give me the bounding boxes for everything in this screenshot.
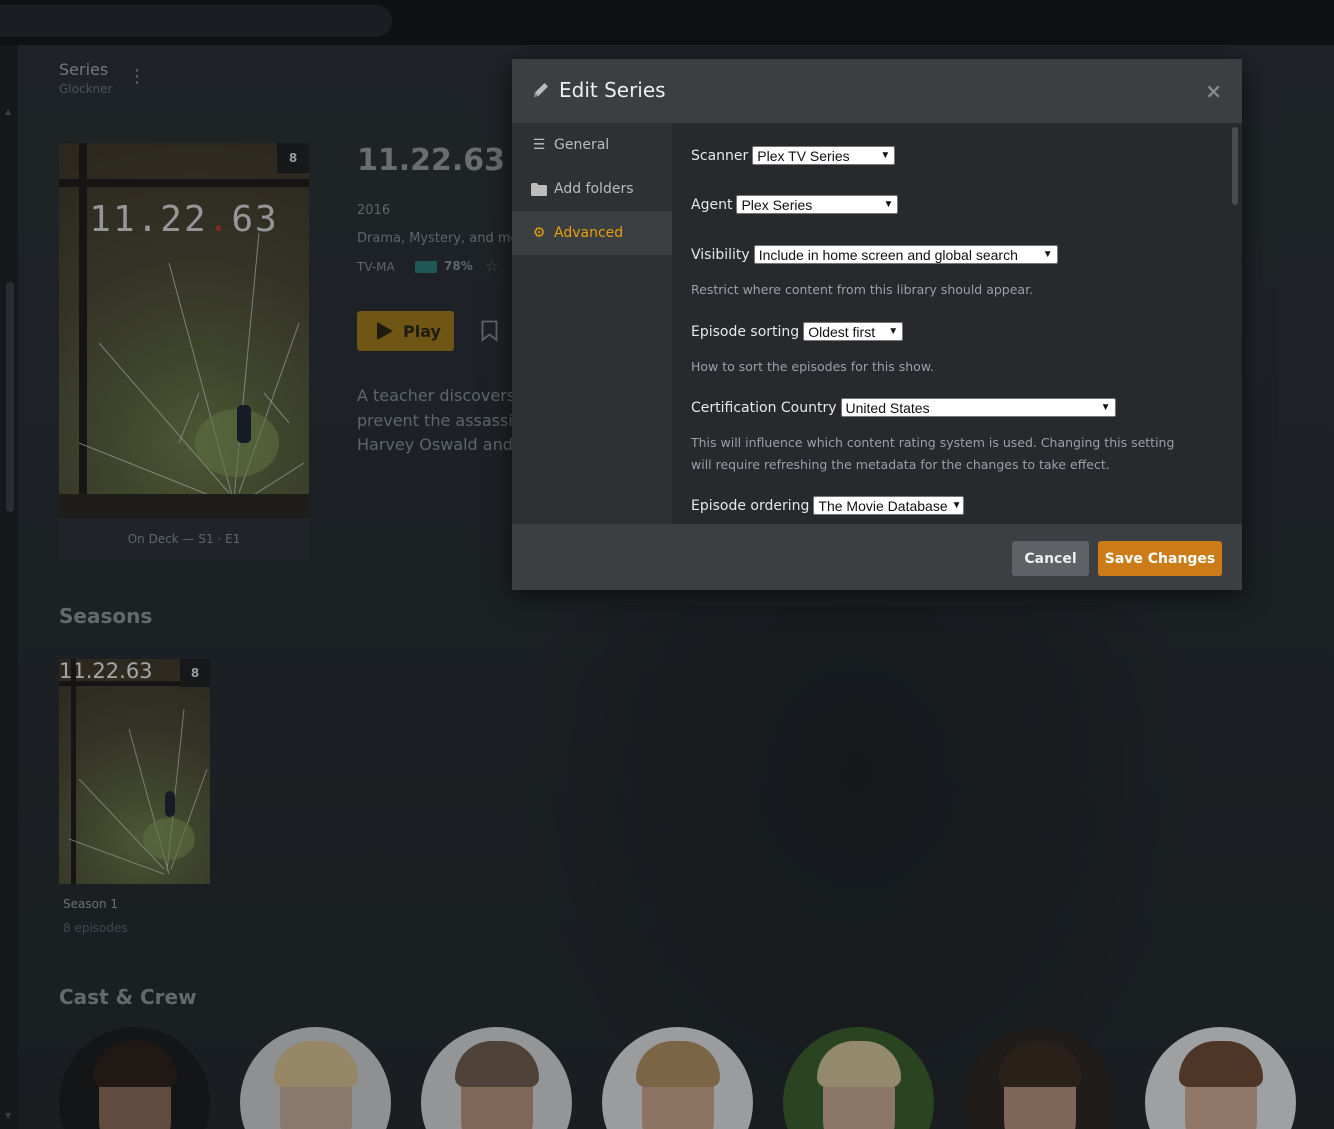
dialog-footer: Cancel Save Changes [512, 524, 1242, 590]
chevron-down-icon: ▼ [880, 150, 891, 161]
nav-item-add-folders[interactable]: Add folders [512, 167, 672, 211]
cancel-button[interactable]: Cancel [1012, 541, 1089, 576]
agent-select[interactable]: Plex Series ▼ [736, 195, 899, 214]
nav-item-label: Add folders [554, 181, 634, 197]
visibility-label: Visibility [691, 246, 750, 263]
scanner-row: Scanner Plex TV Series ▼ [691, 146, 896, 165]
visibility-select[interactable]: Include in home screen and global search… [753, 245, 1058, 264]
nav-item-label: Advanced [554, 225, 624, 241]
chevron-down-icon: ▼ [1100, 402, 1111, 413]
pencil-icon [534, 83, 548, 97]
episode-sorting-row: Episode sorting Oldest first ▼ [691, 322, 904, 341]
chevron-down-icon: ▼ [951, 500, 962, 511]
dialog-title: Edit Series [559, 78, 666, 102]
episode-sorting-select[interactable]: Oldest first ▼ [803, 322, 904, 341]
episode-sorting-help: How to sort the episodes for this show. [691, 359, 934, 374]
folder-icon [531, 181, 547, 197]
close-icon[interactable]: × [1205, 79, 1222, 103]
agent-label: Agent [691, 196, 733, 213]
visibility-value: Include in home screen and global search [758, 246, 1018, 263]
chevron-down-icon: ▼ [883, 199, 894, 210]
scanner-label: Scanner [691, 147, 749, 164]
dialog-body: Scanner Plex TV Series ▼ Agent Plex Serie… [672, 123, 1242, 524]
agent-value: Plex Series [741, 196, 813, 213]
visibility-help: Restrict where content from this library… [691, 282, 1034, 297]
chevron-down-icon: ▼ [1042, 249, 1053, 260]
dialog-header: Edit Series × [512, 59, 1242, 123]
episode-ordering-select[interactable]: The Movie Database ▼ [813, 496, 965, 515]
nav-item-advanced[interactable]: ⚙ Advanced [512, 211, 672, 255]
visibility-row: Visibility Include in home screen and gl… [691, 245, 1058, 264]
episode-ordering-row: Episode ordering The Movie Database ▼ [691, 496, 965, 515]
episode-sorting-value: Oldest first [808, 323, 876, 340]
dialog-nav: ☰ General Add folders ⚙ Advanced [512, 123, 672, 524]
certification-country-label: Certification Country [691, 399, 837, 416]
nav-item-general[interactable]: ☰ General [512, 123, 672, 167]
episode-ordering-label: Episode ordering [691, 497, 810, 514]
episode-ordering-value: The Movie Database [818, 497, 948, 514]
certification-country-value: United States [845, 399, 930, 416]
scanner-value: Plex TV Series [757, 147, 850, 164]
scanner-select[interactable]: Plex TV Series ▼ [752, 146, 896, 165]
certification-country-help: This will influence which content rating… [691, 435, 1175, 472]
chevron-down-icon: ▼ [888, 326, 899, 337]
agent-row: Agent Plex Series ▼ [691, 195, 899, 214]
episode-sorting-label: Episode sorting [691, 323, 800, 340]
certification-country-select[interactable]: United States ▼ [840, 398, 1116, 417]
nav-item-label: General [554, 137, 610, 153]
certification-country-row: Certification Country United States ▼ [691, 398, 1116, 417]
save-changes-button[interactable]: Save Changes [1098, 541, 1222, 576]
list-icon: ☰ [532, 137, 546, 153]
gear-icon: ⚙ [532, 225, 546, 241]
dialog-scrollbar-thumb[interactable] [1232, 127, 1238, 205]
edit-series-dialog: Edit Series × ☰ General Add folders ⚙ Ad… [512, 59, 1242, 590]
